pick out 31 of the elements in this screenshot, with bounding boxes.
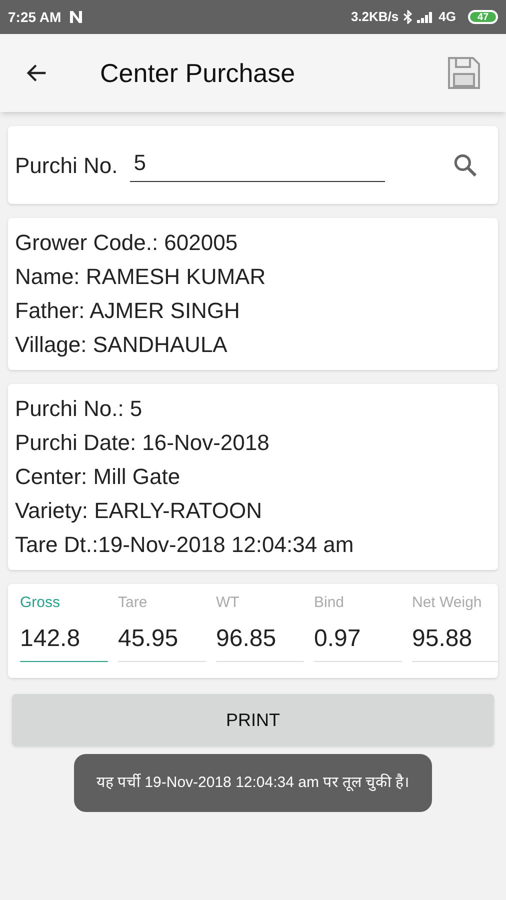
notification-icon	[69, 10, 84, 24]
network-type: 4G	[438, 8, 456, 26]
weight-label: WT	[216, 593, 240, 613]
weight-field[interactable]: 142.8	[20, 620, 108, 662]
save-icon[interactable]	[446, 55, 482, 91]
weight-label: Net Weigh	[412, 593, 483, 613]
purchi-detail: Tare Dt.:19-Nov-2018 12:04:34 am	[15, 532, 355, 558]
purchi-label: Purchi No.	[15, 152, 118, 180]
weight-label: Bind	[314, 593, 346, 613]
purchi-detail: Purchi No.: 5	[15, 396, 144, 422]
purchi-detail: Center: Mill Gate	[15, 464, 182, 490]
clock: 7:25 AM	[8, 8, 62, 26]
signal-icon	[416, 11, 435, 23]
grower-detail: Father: AJMER SINGH	[15, 298, 241, 324]
weight-field[interactable]: 0.97	[314, 620, 402, 662]
toast-message: यह पर्ची 19-Nov-2018 12:04:34 am पर तूल चुकी है।	[74, 754, 432, 812]
battery-level: 47	[477, 10, 489, 24]
bluetooth-icon	[402, 10, 413, 24]
network-speed: 3.2KB/s	[350, 8, 399, 26]
weight-label: Gross	[20, 593, 62, 613]
purchi-detail: Variety: EARLY-RATOON	[15, 498, 263, 524]
weight-field[interactable]: 95.88	[412, 620, 498, 662]
print-button[interactable]: PRINT	[12, 694, 494, 746]
weight-label: Tare	[118, 593, 148, 613]
weight-field[interactable]: 45.95	[118, 620, 206, 662]
grower-detail: Village: SANDHAULA	[15, 332, 228, 358]
purchi-detail: Purchi Date: 16-Nov-2018	[15, 430, 270, 456]
screen-title: Center Purchase	[100, 56, 296, 90]
grower-detail: Name: RAMESH KUMAR	[15, 264, 267, 290]
grower-detail: Grower Code.: 602005	[15, 230, 239, 256]
weight-field[interactable]: 96.85	[216, 620, 304, 662]
